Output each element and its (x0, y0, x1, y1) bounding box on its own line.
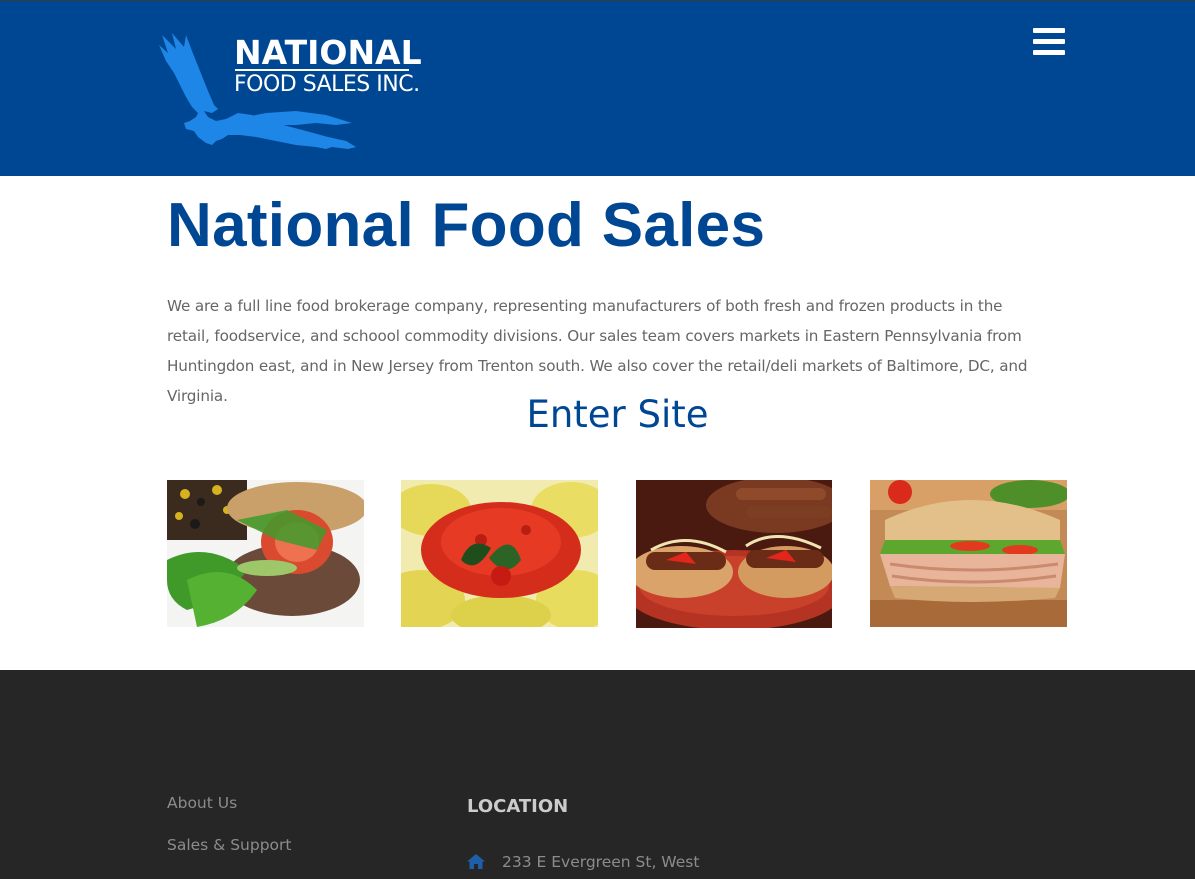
footer-link-about-us[interactable]: About Us (167, 794, 237, 812)
ravioli-illustration (401, 480, 598, 627)
ravioli-image[interactable] (401, 480, 598, 627)
sandwich-illustration (870, 480, 1067, 627)
site-footer: About Us Sales & Support LOCATION 233 E … (0, 670, 1195, 879)
hamburger-menu-icon[interactable] (1033, 28, 1066, 56)
menu-bar (1033, 50, 1065, 55)
footer-address: 233 E Evergreen St, West (502, 853, 700, 871)
page-title: National Food Sales (167, 191, 766, 260)
menu-bar (1033, 28, 1065, 33)
brand-name: NATIONAL (234, 33, 422, 72)
footer-link-sales-support[interactable]: Sales & Support (167, 836, 291, 854)
burger-image[interactable] (167, 480, 364, 627)
brand-logo[interactable]: NATIONAL FOOD SALES INC. (156, 31, 426, 155)
burger-illustration (167, 480, 364, 627)
site-header: NATIONAL FOOD SALES INC. (0, 1, 1195, 176)
sandwich-image[interactable] (870, 480, 1067, 627)
brand-tagline: FOOD SALES INC. (234, 72, 420, 97)
enter-site-link[interactable]: Enter Site (0, 390, 1195, 440)
menu-bar (1033, 39, 1065, 44)
home-icon (467, 854, 485, 869)
sausage-image[interactable] (636, 480, 832, 628)
brand-divider (235, 69, 409, 71)
location-heading: LOCATION (467, 796, 569, 817)
sausage-illustration (636, 480, 832, 628)
